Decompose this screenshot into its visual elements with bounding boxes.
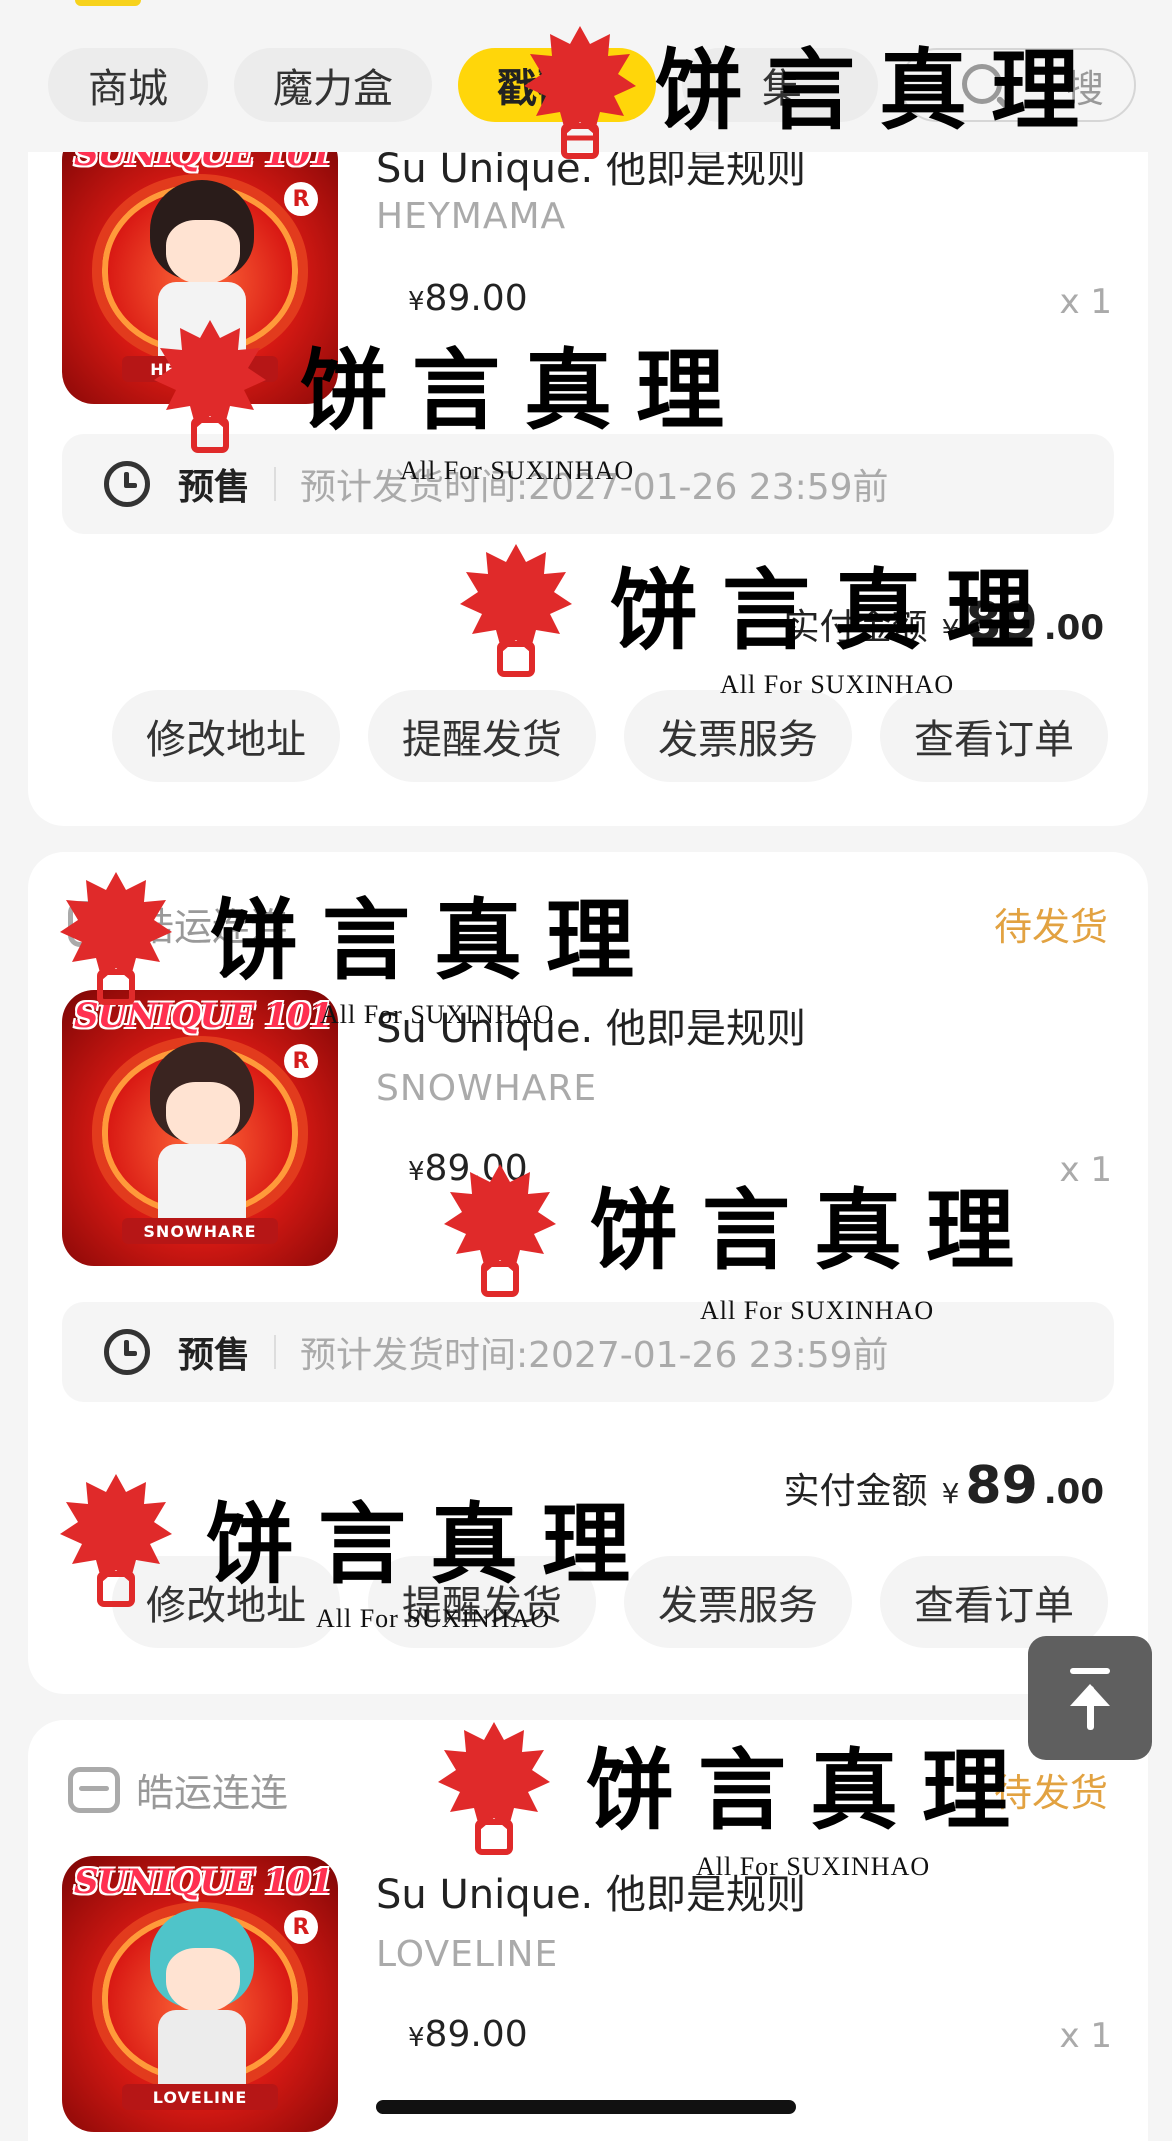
thumb-name-plate: SNOWHARE bbox=[122, 1218, 278, 1244]
order-status: 待发货 bbox=[993, 1771, 1108, 1815]
tab-poke-fun[interactable]: 戳戳乐 bbox=[458, 48, 656, 122]
view-order-button[interactable]: 查看订单 bbox=[880, 690, 1108, 782]
arrow-up-to-top-icon bbox=[1070, 1668, 1110, 1674]
thumb-r-badge: R bbox=[284, 1910, 318, 1944]
presale-divider bbox=[274, 467, 277, 501]
modify-address-button[interactable]: 修改地址 bbox=[112, 1556, 340, 1648]
store-icon bbox=[68, 1766, 120, 1813]
price-currency: ¥ bbox=[408, 287, 425, 317]
paid-amount: 实付金额 ¥ 89.00 bbox=[784, 592, 1104, 652]
modify-address-button[interactable]: 修改地址 bbox=[112, 690, 340, 782]
thumb-name-plate: HEYMAMA bbox=[122, 356, 278, 382]
order-card[interactable]: 皓运连连 待发货 SUNIQUE 101 R SNOWHARE Su Uniqu… bbox=[28, 852, 1148, 1694]
thumb-figure-face bbox=[166, 1948, 240, 2012]
order-actions: 修改地址 提醒发货 发票服务 查看订单 bbox=[112, 690, 1108, 782]
order-status: 待发货 bbox=[993, 905, 1108, 949]
presale-ship-time: 预计发货时间:2027-01-26 23:59前 bbox=[300, 1335, 889, 1376]
thumb-logo: SUNIQUE 101 bbox=[74, 996, 333, 1036]
product-quantity: x 1 bbox=[1059, 2016, 1112, 2056]
product-title[interactable]: Su Unique. 他即是规则 bbox=[376, 996, 806, 1054]
presale-label: 预售 bbox=[178, 467, 251, 508]
paid-integer: 89 bbox=[965, 592, 1038, 652]
store-name: 皓运连连 bbox=[136, 1771, 289, 1815]
top-tab-bar: 商城 魔力盒 戳戳乐 集 搜 bbox=[0, 0, 1172, 152]
product-thumbnail[interactable]: SUNIQUE 101 R SNOWHARE bbox=[62, 990, 338, 1266]
store-row[interactable]: 皓运连连 bbox=[68, 1762, 288, 1817]
order-list-screen: 商城 魔力盒 戳戳乐 集 搜 SUNIQUE 101 R HEYMAMA Su … bbox=[0, 0, 1172, 2141]
store-icon bbox=[68, 900, 120, 947]
tab-indicator-nub bbox=[75, 0, 141, 6]
product-quantity: x 1 bbox=[1059, 1150, 1112, 1190]
order-card[interactable]: 皓运连连 待发货 SUNIQUE 101 R LOVELINE Su Uniqu… bbox=[28, 1720, 1148, 2141]
product-price: ¥89.00 bbox=[408, 2014, 528, 2055]
price-amount: 89.00 bbox=[424, 1148, 528, 1189]
paid-currency: ¥ bbox=[941, 613, 960, 646]
home-indicator bbox=[376, 2100, 796, 2114]
product-price: ¥89.00 bbox=[408, 278, 528, 319]
presale-label: 预售 bbox=[178, 1335, 251, 1376]
presale-ship-time: 预计发货时间:2027-01-26 23:59前 bbox=[300, 467, 889, 508]
remind-shipping-button[interactable]: 提醒发货 bbox=[368, 690, 596, 782]
price-currency: ¥ bbox=[408, 2023, 425, 2053]
price-currency: ¥ bbox=[408, 1157, 425, 1187]
remind-shipping-button[interactable]: 提醒发货 bbox=[368, 1556, 596, 1648]
order-actions: 修改地址 提醒发货 发票服务 查看订单 bbox=[112, 1556, 1108, 1648]
thumb-figure-face bbox=[166, 1082, 240, 1146]
store-name: 皓运连连 bbox=[136, 905, 289, 949]
store-row[interactable]: 皓运连连 bbox=[68, 896, 288, 951]
search-button[interactable]: 搜 bbox=[900, 48, 1136, 122]
paid-decimal: .00 bbox=[1043, 1472, 1104, 1512]
product-variant: SNOWHARE bbox=[376, 1068, 598, 1109]
clock-icon bbox=[104, 1329, 150, 1375]
thumb-figure-face bbox=[166, 220, 240, 284]
order-card[interactable]: SUNIQUE 101 R HEYMAMA Su Unique. 他即是规则 H… bbox=[28, 60, 1148, 826]
product-quantity: x 1 bbox=[1059, 282, 1112, 322]
scroll-to-top-button[interactable] bbox=[1028, 1636, 1152, 1760]
price-amount: 89.00 bbox=[424, 278, 528, 319]
search-icon bbox=[962, 64, 1002, 104]
product-price: ¥89.00 bbox=[408, 1148, 528, 1189]
paid-label: 实付金额 bbox=[783, 1471, 928, 1512]
product-thumbnail[interactable]: SUNIQUE 101 R LOVELINE bbox=[62, 1856, 338, 2132]
price-amount: 89.00 bbox=[424, 2014, 528, 2055]
paid-decimal: .00 bbox=[1043, 608, 1104, 648]
tab-collection[interactable]: 集 bbox=[682, 48, 878, 122]
product-title[interactable]: Su Unique. 他即是规则 bbox=[376, 1862, 806, 1920]
arrow-stem bbox=[1086, 1686, 1094, 1730]
clock-icon bbox=[104, 461, 150, 507]
paid-integer: 89 bbox=[965, 1456, 1038, 1516]
thumb-r-badge: R bbox=[284, 1044, 318, 1078]
thumb-r-badge: R bbox=[284, 182, 318, 216]
invoice-service-button[interactable]: 发票服务 bbox=[624, 690, 852, 782]
paid-currency: ¥ bbox=[941, 1477, 960, 1510]
invoice-service-button[interactable]: 发票服务 bbox=[624, 1556, 852, 1648]
paid-label: 实付金额 bbox=[783, 607, 928, 648]
presale-divider bbox=[274, 1335, 277, 1369]
view-order-button[interactable]: 查看订单 bbox=[880, 1556, 1108, 1648]
tab-mall[interactable]: 商城 bbox=[48, 48, 208, 122]
tab-magic-box[interactable]: 魔力盒 bbox=[234, 48, 432, 122]
thumb-logo: SUNIQUE 101 bbox=[74, 1862, 333, 1902]
search-label: 搜 bbox=[1065, 66, 1104, 111]
thumb-name-plate: LOVELINE bbox=[122, 2084, 278, 2110]
product-thumbnail[interactable]: SUNIQUE 101 R HEYMAMA bbox=[62, 128, 338, 404]
product-variant: LOVELINE bbox=[376, 1934, 559, 1975]
presale-info-bar: 预售 预计发货时间:2027-01-26 23:59前 bbox=[62, 434, 1114, 534]
presale-info-bar: 预售 预计发货时间:2027-01-26 23:59前 bbox=[62, 1302, 1114, 1402]
paid-amount: 实付金额 ¥ 89.00 bbox=[784, 1456, 1104, 1516]
product-variant: HEYMAMA bbox=[376, 196, 567, 237]
